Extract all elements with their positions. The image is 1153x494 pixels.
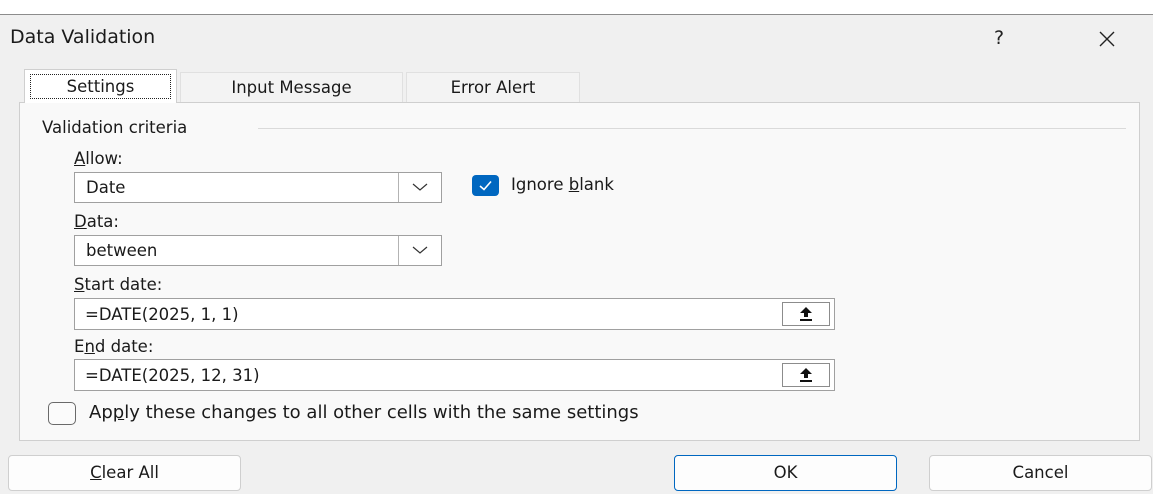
- clear-all-label: lear All: [101, 463, 159, 482]
- end-date-label: End date:: [74, 337, 153, 356]
- collapse-dialog-icon: [800, 307, 812, 321]
- data-label: Data:: [74, 212, 119, 231]
- ignore-blank-text-pre: Ignore: [511, 175, 569, 194]
- collapse-dialog-icon: [800, 368, 812, 382]
- data-label-text: ata:: [86, 212, 119, 231]
- allow-label: Allow:: [74, 149, 123, 168]
- end-date-access-key: n: [84, 337, 95, 356]
- data-dropdown[interactable]: between: [74, 235, 442, 266]
- close-button[interactable]: [1090, 24, 1124, 54]
- allow-value: Date: [86, 178, 126, 197]
- tab-input-message-label: Input Message: [231, 78, 352, 97]
- cancel-button[interactable]: Cancel: [929, 455, 1152, 491]
- dialog-title: Data Validation: [10, 26, 156, 48]
- end-date-value: =DATE(2025, 12, 31): [85, 366, 260, 385]
- tab-error-alert[interactable]: Error Alert: [406, 72, 580, 102]
- tab-focus-ring: [30, 74, 171, 99]
- chevron-down-icon: [412, 246, 428, 254]
- start-date-input[interactable]: =DATE(2025, 1, 1): [74, 298, 835, 330]
- checkmark-icon: [479, 180, 492, 191]
- ignore-blank-text-post: lank: [579, 175, 614, 194]
- apply-all-text-pre: Ap: [89, 402, 113, 423]
- ignore-blank-access-key: b: [568, 175, 580, 194]
- end-date-label-post: d date:: [94, 337, 154, 356]
- allow-access-key: A: [74, 149, 86, 168]
- start-date-value: =DATE(2025, 1, 1): [85, 305, 239, 324]
- apply-all-checkbox[interactable]: [48, 402, 76, 425]
- ignore-blank-checkbox[interactable]: [472, 175, 499, 196]
- allow-dropdown-arrow[interactable]: [398, 173, 441, 202]
- chevron-down-icon: [412, 183, 428, 191]
- clear-all-access-key: C: [90, 463, 102, 482]
- window-top-strip: [0, 0, 1153, 15]
- data-access-key: D: [74, 212, 87, 231]
- allow-dropdown[interactable]: Date: [74, 172, 442, 203]
- apply-all-access-key: p: [112, 402, 125, 423]
- title-bar: Data Validation ?: [0, 15, 1153, 61]
- tab-input-message[interactable]: Input Message: [180, 72, 403, 102]
- tab-error-alert-label: Error Alert: [450, 78, 536, 97]
- validation-criteria-label: Validation criteria: [42, 118, 196, 137]
- tab-settings[interactable]: Settings: [24, 69, 177, 103]
- allow-label-text: llow:: [85, 149, 123, 168]
- end-date-range-button[interactable]: [782, 363, 830, 387]
- apply-all-label[interactable]: Apply these changes to all other cells w…: [89, 402, 639, 423]
- start-date-label: Start date:: [74, 275, 162, 294]
- close-icon: [1099, 31, 1115, 47]
- end-date-label-pre: E: [74, 337, 85, 356]
- start-date-label-text: tart date:: [84, 275, 163, 294]
- start-date-access-key: S: [74, 275, 85, 294]
- help-button[interactable]: ?: [984, 24, 1014, 52]
- data-dropdown-arrow[interactable]: [398, 236, 441, 265]
- ignore-blank-label[interactable]: Ignore blank: [511, 175, 614, 194]
- apply-all-text-post: ly these changes to all other cells with…: [124, 402, 639, 423]
- clear-all-button[interactable]: Clear All: [8, 455, 241, 491]
- data-value: between: [86, 241, 158, 260]
- group-divider: [258, 128, 1126, 129]
- ok-button[interactable]: OK: [674, 455, 897, 491]
- end-date-input[interactable]: =DATE(2025, 12, 31): [74, 359, 835, 391]
- start-date-range-button[interactable]: [782, 302, 830, 326]
